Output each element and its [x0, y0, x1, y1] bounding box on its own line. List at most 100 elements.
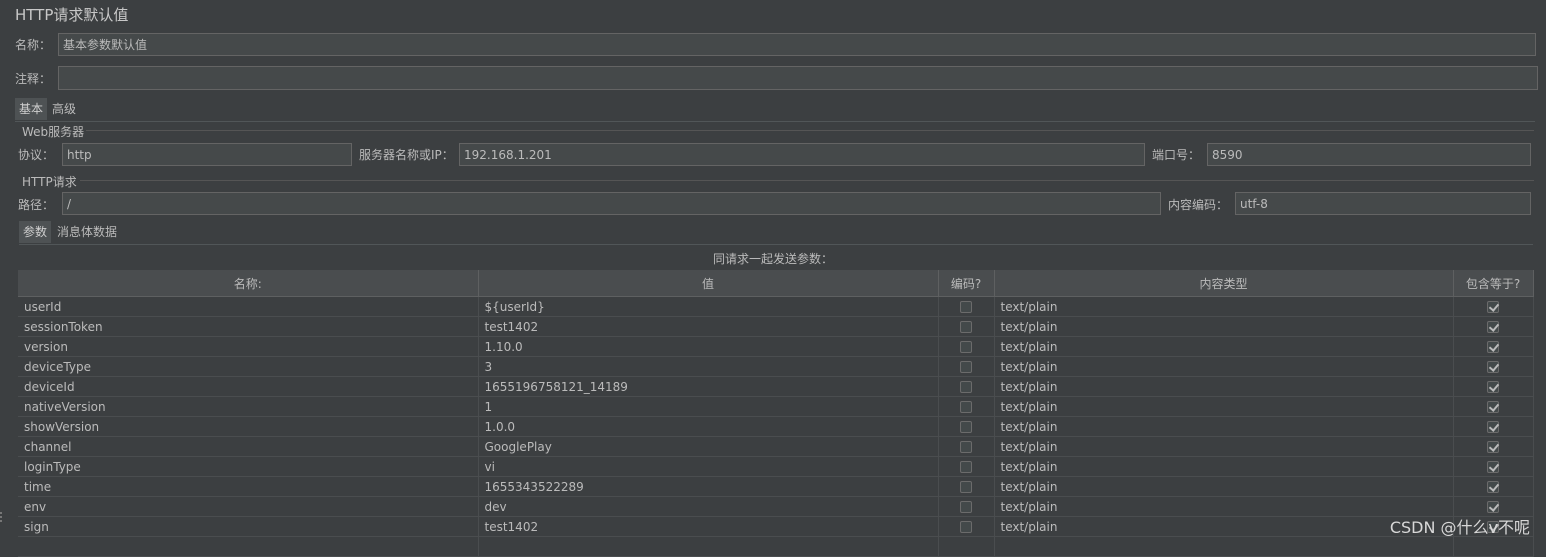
include-equals-checkbox[interactable] — [1487, 461, 1499, 473]
encode-checkbox[interactable] — [960, 341, 972, 353]
param-encode-cell — [938, 416, 995, 437]
param-name-cell[interactable]: userId — [18, 296, 479, 317]
param-content-type-cell[interactable]: text/plain — [994, 416, 1454, 437]
encode-checkbox[interactable] — [960, 381, 972, 393]
table-row[interactable]: deviceId 1655196758121_14189 text/plain — [18, 376, 1534, 397]
table-row[interactable]: env dev text/plain — [18, 496, 1534, 517]
include-equals-checkbox[interactable] — [1487, 341, 1499, 353]
path-input[interactable] — [62, 192, 1161, 215]
param-name-cell[interactable]: channel — [18, 436, 479, 457]
param-name-cell[interactable]: sessionToken — [18, 316, 479, 337]
include-equals-checkbox[interactable] — [1487, 501, 1499, 513]
encode-checkbox[interactable] — [960, 321, 972, 333]
empty-cell — [994, 536, 1454, 557]
table-row[interactable]: time 1655343522289 text/plain — [18, 476, 1534, 497]
tab-parameters[interactable]: 参数 — [19, 221, 52, 243]
column-header-name[interactable]: 名称: — [18, 270, 479, 297]
protocol-input[interactable] — [62, 143, 352, 166]
include-equals-checkbox[interactable] — [1487, 401, 1499, 413]
param-encode-cell — [938, 376, 995, 397]
param-content-type-cell[interactable]: text/plain — [994, 316, 1454, 337]
tab-basic[interactable]: 基本 — [15, 98, 48, 120]
table-row[interactable]: channel GooglePlay text/plain — [18, 436, 1534, 457]
encode-checkbox[interactable] — [960, 461, 972, 473]
param-name-cell[interactable]: deviceType — [18, 356, 479, 377]
param-content-type-cell[interactable]: text/plain — [994, 336, 1454, 357]
table-row[interactable]: deviceType 3 text/plain — [18, 356, 1534, 377]
column-header-content-type[interactable]: 内容类型 — [994, 270, 1454, 297]
encode-checkbox[interactable] — [960, 481, 972, 493]
param-value-cell[interactable]: 1655343522289 — [478, 476, 939, 497]
table-row[interactable]: loginType vi text/plain — [18, 456, 1534, 477]
param-value-cell[interactable]: dev — [478, 496, 939, 517]
tab-advanced[interactable]: 高级 — [48, 98, 80, 120]
encode-checkbox[interactable] — [960, 401, 972, 413]
param-name-cell[interactable]: env — [18, 496, 479, 517]
param-value-cell[interactable]: GooglePlay — [478, 436, 939, 457]
http-request-group-line — [80, 180, 1534, 181]
encode-checkbox[interactable] — [960, 521, 972, 533]
resize-grip[interactable] — [0, 512, 5, 522]
encode-checkbox[interactable] — [960, 361, 972, 373]
param-content-type-cell[interactable]: text/plain — [994, 436, 1454, 457]
param-value-cell[interactable]: test1402 — [478, 516, 939, 537]
encode-checkbox[interactable] — [960, 501, 972, 513]
column-header-include-equals[interactable]: 包含等于? — [1453, 270, 1534, 297]
param-content-type-cell[interactable]: text/plain — [994, 356, 1454, 377]
param-name-cell[interactable]: showVersion — [18, 416, 479, 437]
param-name-cell[interactable]: sign — [18, 516, 479, 537]
param-name-cell[interactable]: nativeVersion — [18, 396, 479, 417]
comment-input[interactable] — [58, 66, 1538, 90]
table-row[interactable]: nativeVersion 1 text/plain — [18, 396, 1534, 417]
column-header-value[interactable]: 值 — [478, 270, 939, 297]
include-equals-checkbox[interactable] — [1487, 481, 1499, 493]
params-caption: 同请求一起发送参数： — [712, 252, 833, 266]
param-content-type-cell[interactable]: text/plain — [994, 296, 1454, 317]
port-label: 端口号： — [1152, 148, 1201, 162]
param-value-cell[interactable]: 1.0.0 — [478, 416, 939, 437]
server-input[interactable] — [459, 143, 1145, 166]
encode-checkbox[interactable] — [960, 441, 972, 453]
encode-checkbox[interactable] — [960, 301, 972, 313]
tab-body-data[interactable]: 消息体数据 — [53, 221, 121, 243]
web-server-group-title: Web服务器 — [22, 125, 85, 139]
param-name-cell[interactable]: time — [18, 476, 479, 497]
name-input[interactable] — [58, 33, 1536, 56]
include-equals-checkbox[interactable] — [1487, 441, 1499, 453]
encoding-input[interactable] — [1235, 192, 1531, 215]
include-equals-checkbox[interactable] — [1487, 301, 1499, 313]
table-row[interactable]: userId ${userId} text/plain — [18, 296, 1534, 317]
table-row[interactable]: version 1.10.0 text/plain — [18, 336, 1534, 357]
param-value-cell[interactable]: ${userId} — [478, 296, 939, 317]
port-input[interactable] — [1207, 143, 1531, 166]
param-value-cell[interactable]: 1.10.0 — [478, 336, 939, 357]
include-equals-checkbox[interactable] — [1487, 381, 1499, 393]
param-content-type-cell[interactable]: text/plain — [994, 476, 1454, 497]
param-value-cell[interactable]: 3 — [478, 356, 939, 377]
empty-cell — [18, 536, 479, 557]
param-value-cell[interactable]: test1402 — [478, 316, 939, 337]
param-tab-divider — [19, 244, 1533, 245]
param-content-type-cell[interactable]: text/plain — [994, 396, 1454, 417]
include-equals-checkbox[interactable] — [1487, 421, 1499, 433]
encode-checkbox[interactable] — [960, 421, 972, 433]
table-header-row: 名称: 值 编码? 内容类型 包含等于? — [18, 270, 1534, 297]
column-header-encode[interactable]: 编码? — [938, 270, 995, 297]
table-row[interactable]: showVersion 1.0.0 text/plain — [18, 416, 1534, 437]
param-encode-cell — [938, 476, 995, 497]
param-name-cell[interactable]: loginType — [18, 456, 479, 477]
param-name-cell[interactable]: version — [18, 336, 479, 357]
param-value-cell[interactable]: vi — [478, 456, 939, 477]
param-content-type-cell[interactable]: text/plain — [994, 376, 1454, 397]
param-value-cell[interactable]: 1655196758121_14189 — [478, 376, 939, 397]
table-row[interactable]: sessionToken test1402 text/plain — [18, 316, 1534, 337]
param-content-type-cell[interactable]: text/plain — [994, 516, 1454, 537]
param-value-cell[interactable]: 1 — [478, 396, 939, 417]
include-equals-checkbox[interactable] — [1487, 321, 1499, 333]
table-row[interactable]: sign test1402 text/plain — [18, 516, 1534, 537]
param-name-cell[interactable]: deviceId — [18, 376, 479, 397]
param-content-type-cell[interactable]: text/plain — [994, 496, 1454, 517]
param-content-type-cell[interactable]: text/plain — [994, 456, 1454, 477]
include-equals-checkbox[interactable] — [1487, 361, 1499, 373]
http-request-group-title: HTTP请求 — [22, 175, 77, 189]
